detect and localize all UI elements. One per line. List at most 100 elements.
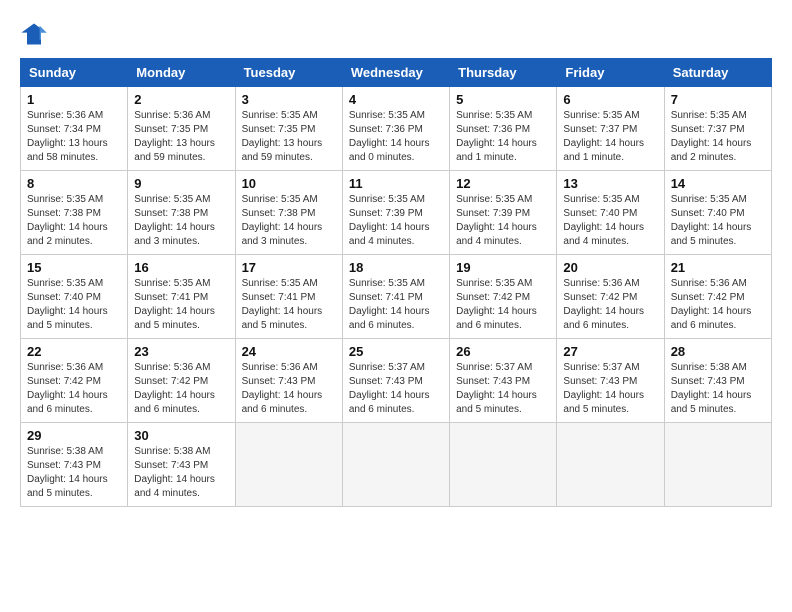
- day-info: Sunrise: 5:35 AM Sunset: 7:42 PM Dayligh…: [456, 277, 550, 333]
- day-number: 14: [671, 176, 765, 191]
- calendar-cell: 18 Sunrise: 5:35 AM Sunset: 7:41 PM Dayli…: [342, 255, 449, 339]
- calendar-cell: 30 Sunrise: 5:38 AM Sunset: 7:43 PM Dayli…: [128, 423, 235, 507]
- day-number: 8: [27, 176, 121, 191]
- day-info: Sunrise: 5:38 AM Sunset: 7:43 PM Dayligh…: [134, 445, 228, 501]
- calendar-week-2: 8 Sunrise: 5:35 AM Sunset: 7:38 PM Daylig…: [21, 171, 772, 255]
- day-number: 3: [242, 92, 336, 107]
- calendar-cell: 3 Sunrise: 5:35 AM Sunset: 7:35 PM Daylig…: [235, 87, 342, 171]
- calendar-cell: 21 Sunrise: 5:36 AM Sunset: 7:42 PM Dayli…: [664, 255, 771, 339]
- calendar-cell: 27 Sunrise: 5:37 AM Sunset: 7:43 PM Dayli…: [557, 339, 664, 423]
- day-info: Sunrise: 5:35 AM Sunset: 7:40 PM Dayligh…: [671, 193, 765, 249]
- calendar-cell: [342, 423, 449, 507]
- page-header: [20, 20, 772, 48]
- day-number: 10: [242, 176, 336, 191]
- calendar-cell: 6 Sunrise: 5:35 AM Sunset: 7:37 PM Daylig…: [557, 87, 664, 171]
- day-number: 29: [27, 428, 121, 443]
- day-number: 21: [671, 260, 765, 275]
- day-info: Sunrise: 5:36 AM Sunset: 7:35 PM Dayligh…: [134, 109, 228, 165]
- logo: [20, 20, 52, 48]
- day-number: 5: [456, 92, 550, 107]
- day-number: 28: [671, 344, 765, 359]
- day-number: 17: [242, 260, 336, 275]
- calendar-cell: 4 Sunrise: 5:35 AM Sunset: 7:36 PM Daylig…: [342, 87, 449, 171]
- day-number: 27: [563, 344, 657, 359]
- day-info: Sunrise: 5:37 AM Sunset: 7:43 PM Dayligh…: [563, 361, 657, 417]
- day-number: 1: [27, 92, 121, 107]
- day-number: 25: [349, 344, 443, 359]
- calendar-cell: 22 Sunrise: 5:36 AM Sunset: 7:42 PM Dayli…: [21, 339, 128, 423]
- calendar-week-1: 1 Sunrise: 5:36 AM Sunset: 7:34 PM Daylig…: [21, 87, 772, 171]
- calendar-cell: 2Sunrise: 5:36 AM Sunset: 7:35 PM Daylig…: [128, 87, 235, 171]
- day-info: Sunrise: 5:36 AM Sunset: 7:42 PM Dayligh…: [671, 277, 765, 333]
- day-info: Sunrise: 5:35 AM Sunset: 7:36 PM Dayligh…: [349, 109, 443, 165]
- calendar-cell: 19 Sunrise: 5:35 AM Sunset: 7:42 PM Dayli…: [450, 255, 557, 339]
- day-info: Sunrise: 5:36 AM Sunset: 7:34 PM Dayligh…: [27, 109, 121, 165]
- calendar-cell: 13 Sunrise: 5:35 AM Sunset: 7:40 PM Dayli…: [557, 171, 664, 255]
- weekday-header-monday: Monday: [128, 59, 235, 87]
- calendar-cell: 15Sunrise: 5:35 AM Sunset: 7:40 PM Dayli…: [21, 255, 128, 339]
- day-info: Sunrise: 5:35 AM Sunset: 7:41 PM Dayligh…: [134, 277, 228, 333]
- logo-icon: [20, 20, 48, 48]
- calendar-header: SundayMondayTuesdayWednesdayThursdayFrid…: [21, 59, 772, 87]
- calendar-cell: 23 Sunrise: 5:36 AM Sunset: 7:42 PM Dayli…: [128, 339, 235, 423]
- calendar-cell: 16 Sunrise: 5:35 AM Sunset: 7:41 PM Dayli…: [128, 255, 235, 339]
- day-info: Sunrise: 5:35 AM Sunset: 7:37 PM Dayligh…: [563, 109, 657, 165]
- calendar-cell: 28Sunrise: 5:38 AM Sunset: 7:43 PM Dayli…: [664, 339, 771, 423]
- day-info: Sunrise: 5:36 AM Sunset: 7:42 PM Dayligh…: [134, 361, 228, 417]
- day-number: 22: [27, 344, 121, 359]
- day-info: Sunrise: 5:37 AM Sunset: 7:43 PM Dayligh…: [456, 361, 550, 417]
- calendar-cell: 12 Sunrise: 5:35 AM Sunset: 7:39 PM Dayli…: [450, 171, 557, 255]
- weekday-header-sunday: Sunday: [21, 59, 128, 87]
- day-info: Sunrise: 5:35 AM Sunset: 7:38 PM Dayligh…: [27, 193, 121, 249]
- weekday-header-wednesday: Wednesday: [342, 59, 449, 87]
- day-info: Sunrise: 5:38 AM Sunset: 7:43 PM Dayligh…: [27, 445, 121, 501]
- calendar-cell: 26 Sunrise: 5:37 AM Sunset: 7:43 PM Dayli…: [450, 339, 557, 423]
- calendar-cell: 11Sunrise: 5:35 AM Sunset: 7:39 PM Dayli…: [342, 171, 449, 255]
- day-number: 26: [456, 344, 550, 359]
- day-number: 20: [563, 260, 657, 275]
- calendar-cell: 1 Sunrise: 5:36 AM Sunset: 7:34 PM Daylig…: [21, 87, 128, 171]
- day-number: 12: [456, 176, 550, 191]
- weekday-header-friday: Friday: [557, 59, 664, 87]
- calendar-cell: 29 Sunrise: 5:38 AM Sunset: 7:43 PM Dayli…: [21, 423, 128, 507]
- day-number: 23: [134, 344, 228, 359]
- day-number: 6: [563, 92, 657, 107]
- calendar-cell: [557, 423, 664, 507]
- day-number: 4: [349, 92, 443, 107]
- calendar-body: 1 Sunrise: 5:36 AM Sunset: 7:34 PM Daylig…: [21, 87, 772, 507]
- day-info: Sunrise: 5:35 AM Sunset: 7:40 PM Dayligh…: [563, 193, 657, 249]
- calendar-week-4: 22 Sunrise: 5:36 AM Sunset: 7:42 PM Dayli…: [21, 339, 772, 423]
- day-number: 13: [563, 176, 657, 191]
- calendar-cell: [450, 423, 557, 507]
- calendar-cell: 25Sunrise: 5:37 AM Sunset: 7:43 PM Dayli…: [342, 339, 449, 423]
- day-number: 16: [134, 260, 228, 275]
- day-number: 30: [134, 428, 228, 443]
- day-info: Sunrise: 5:35 AM Sunset: 7:36 PM Dayligh…: [456, 109, 550, 165]
- calendar-cell: 17Sunrise: 5:35 AM Sunset: 7:41 PM Dayli…: [235, 255, 342, 339]
- day-info: Sunrise: 5:36 AM Sunset: 7:42 PM Dayligh…: [27, 361, 121, 417]
- calendar-table: SundayMondayTuesdayWednesdayThursdayFrid…: [20, 58, 772, 507]
- day-info: Sunrise: 5:35 AM Sunset: 7:41 PM Dayligh…: [349, 277, 443, 333]
- day-number: 19: [456, 260, 550, 275]
- day-info: Sunrise: 5:35 AM Sunset: 7:39 PM Dayligh…: [349, 193, 443, 249]
- day-info: Sunrise: 5:35 AM Sunset: 7:37 PM Dayligh…: [671, 109, 765, 165]
- day-number: 15: [27, 260, 121, 275]
- calendar-cell: 9 Sunrise: 5:35 AM Sunset: 7:38 PM Daylig…: [128, 171, 235, 255]
- calendar-cell: 10Sunrise: 5:35 AM Sunset: 7:38 PM Dayli…: [235, 171, 342, 255]
- calendar-cell: 24Sunrise: 5:36 AM Sunset: 7:43 PM Dayli…: [235, 339, 342, 423]
- weekday-header-saturday: Saturday: [664, 59, 771, 87]
- calendar-week-3: 15Sunrise: 5:35 AM Sunset: 7:40 PM Dayli…: [21, 255, 772, 339]
- calendar-week-5: 29 Sunrise: 5:38 AM Sunset: 7:43 PM Dayli…: [21, 423, 772, 507]
- day-info: Sunrise: 5:35 AM Sunset: 7:39 PM Dayligh…: [456, 193, 550, 249]
- calendar-cell: 8 Sunrise: 5:35 AM Sunset: 7:38 PM Daylig…: [21, 171, 128, 255]
- calendar-cell: [235, 423, 342, 507]
- day-info: Sunrise: 5:36 AM Sunset: 7:43 PM Dayligh…: [242, 361, 336, 417]
- day-number: 18: [349, 260, 443, 275]
- day-info: Sunrise: 5:35 AM Sunset: 7:35 PM Dayligh…: [242, 109, 336, 165]
- weekday-row: SundayMondayTuesdayWednesdayThursdayFrid…: [21, 59, 772, 87]
- weekday-header-tuesday: Tuesday: [235, 59, 342, 87]
- day-number: 9: [134, 176, 228, 191]
- weekday-header-thursday: Thursday: [450, 59, 557, 87]
- calendar-cell: [664, 423, 771, 507]
- day-info: Sunrise: 5:35 AM Sunset: 7:38 PM Dayligh…: [134, 193, 228, 249]
